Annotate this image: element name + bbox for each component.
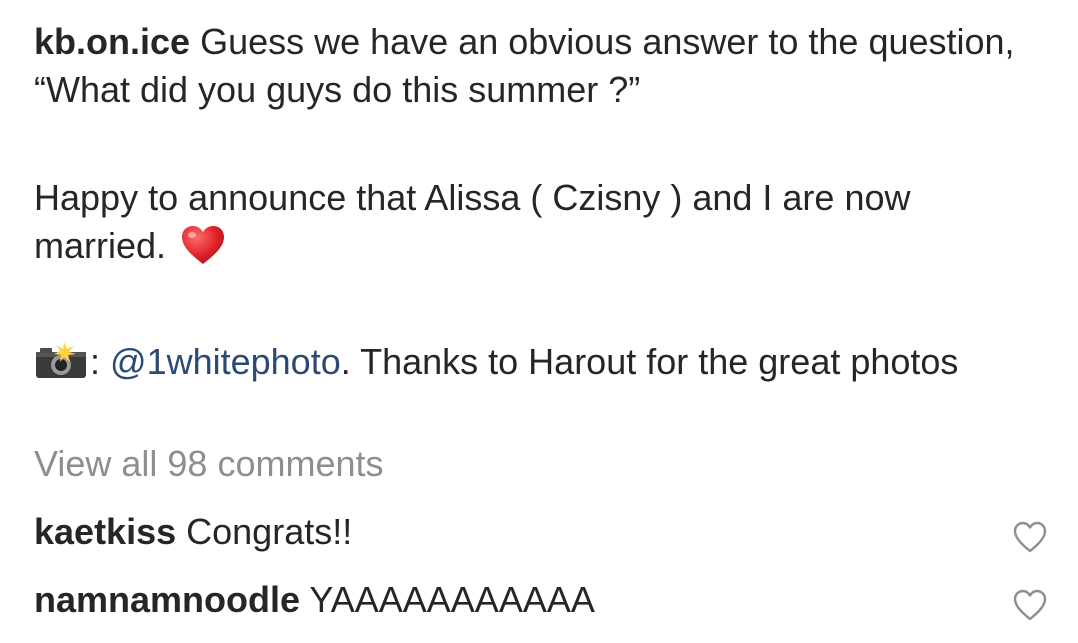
view-all-comments-link[interactable]: View all 98 comments	[34, 440, 384, 488]
comment-text: Congrats!!	[186, 511, 353, 552]
credit-separator: :	[90, 341, 101, 382]
comment-row: kaetkiss Congrats!!	[34, 508, 1048, 558]
credit-text: . Thanks to Harout for the great photos	[340, 341, 959, 382]
heart-outline-icon[interactable]	[1012, 586, 1048, 621]
post-author-username[interactable]: kb.on.ice	[34, 21, 190, 62]
comment-row: namnamnoodle YAAAAAAAAAAA	[34, 576, 1048, 626]
red-heart-icon	[180, 224, 226, 278]
caption-paragraph-3: : @1whitephoto. Thanks to Harout for the…	[34, 338, 1034, 392]
caption-paragraph-2: Happy to announce that Alissa ( Czisny )…	[34, 174, 1034, 278]
heart-outline-icon[interactable]	[1012, 518, 1048, 553]
camera-with-flash-icon	[34, 340, 88, 392]
comment-username[interactable]: kaetkiss	[34, 511, 176, 552]
credit-mention-link[interactable]: @1whitephoto	[110, 341, 341, 382]
comment-text: YAAAAAAAAAAA	[309, 579, 595, 620]
caption-text-line2: Happy to announce that Alissa ( Czisny )…	[34, 177, 911, 266]
caption-paragraph-1: kb.on.ice Guess we have an obvious answe…	[34, 18, 1034, 114]
post-caption: kb.on.ice Guess we have an obvious answe…	[34, 18, 1034, 392]
comment-username[interactable]: namnamnoodle	[34, 579, 300, 620]
